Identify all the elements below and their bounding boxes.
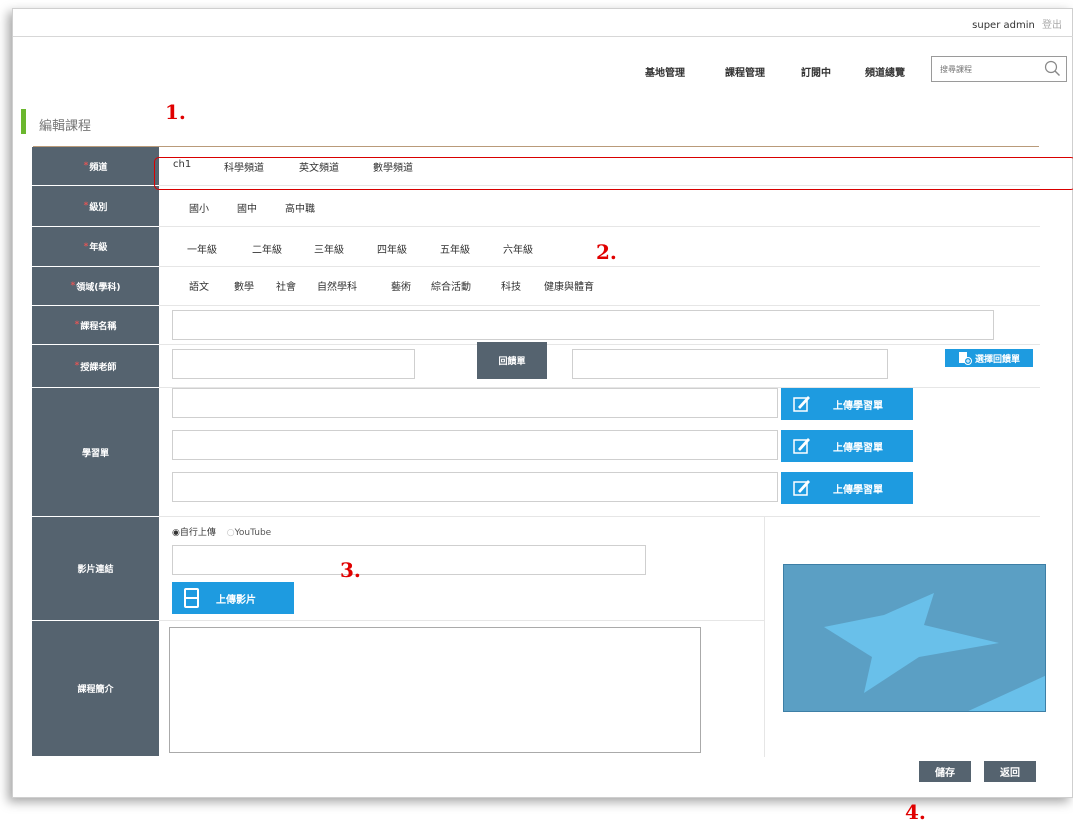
intro-label: 課程簡介 — [32, 621, 159, 757]
worksheet-input-1[interactable] — [172, 388, 778, 418]
save-button[interactable]: 儲存 — [919, 761, 971, 782]
field-option-science[interactable]: 自然學科 — [317, 278, 357, 293]
intro-textarea[interactable] — [169, 627, 701, 753]
upload-worksheet-button-3[interactable]: 上傳學習單 — [781, 472, 913, 504]
course-name-label: * 課程名稱 — [32, 306, 159, 345]
edit-icon — [793, 396, 810, 412]
grade-option-4[interactable]: 四年級 — [377, 241, 407, 256]
annotation-4: 4. — [905, 800, 926, 824]
grade-option-2[interactable]: 二年級 — [252, 241, 282, 256]
worksheet-input-2[interactable] — [172, 430, 778, 460]
nav-item-courses[interactable]: 課程管理 — [725, 64, 765, 79]
level-option-senior[interactable]: 高中職 — [285, 200, 315, 215]
worksheet-label: 學習單 — [32, 388, 159, 517]
field-label: * 領域(學科) — [32, 267, 159, 306]
user-name: super admin — [972, 20, 1035, 31]
worksheet-row: 上傳學習單 上傳學習單 上傳學習單 — [159, 388, 1040, 517]
level-label: * 級別 — [32, 186, 159, 227]
video-row: ◉自行上傳 ○YouTube 上傳影片 — [159, 517, 765, 621]
page-frame: super admin 登出 基地管理 課程管理 訂閱中 頻道總覽 編輯課程 *… — [12, 8, 1073, 798]
field-option-health[interactable]: 健康與體育 — [544, 278, 594, 293]
channel-label: * 頻道 — [32, 147, 159, 186]
annotation-3: 3. — [340, 558, 361, 582]
annotation-1: 1. — [165, 100, 186, 124]
field-option-integrated[interactable]: 綜合活動 — [431, 278, 471, 293]
course-form: * 頻道 ch1 科學頻道 英文頻道 數學頻道 * 級別 國小 國中 高中職 * 年級… — [32, 147, 1046, 757]
video-source-radios: ◉自行上傳 ○YouTube — [172, 525, 271, 538]
search-input[interactable] — [940, 62, 1040, 76]
radio-youtube[interactable]: ○YouTube — [227, 528, 271, 538]
nav-item-channels[interactable]: 頻道總覽 — [865, 64, 905, 79]
level-row: 國小 國中 高中職 — [159, 186, 1040, 227]
document-add-icon — [958, 352, 972, 365]
main-nav: 基地管理 課程管理 訂閱中 頻道總覽 — [13, 54, 1073, 84]
upload-worksheet-button-2[interactable]: 上傳學習單 — [781, 430, 913, 462]
teacher-label: * 授課老師 — [32, 345, 159, 388]
nav-item-base[interactable]: 基地管理 — [645, 64, 685, 79]
teacher-input[interactable] — [172, 349, 415, 379]
back-button[interactable]: 返回 — [984, 761, 1036, 782]
worksheet-input-3[interactable] — [172, 472, 778, 502]
logout-link[interactable]: 登出 — [1042, 20, 1062, 31]
grade-label: * 年級 — [32, 227, 159, 267]
top-bar: super admin 登出 — [13, 9, 1073, 37]
user-area: super admin 登出 — [972, 16, 1062, 31]
nav-item-subscribed[interactable]: 訂閱中 — [801, 64, 831, 79]
field-option-language[interactable]: 語文 — [189, 278, 209, 293]
video-thumbnail — [783, 564, 1046, 712]
field-option-math[interactable]: 數學 — [234, 278, 254, 293]
title-accent-bar — [21, 109, 26, 134]
radio-self-upload[interactable]: ◉自行上傳 — [172, 528, 216, 538]
edit-icon — [793, 480, 810, 496]
grade-option-5[interactable]: 五年級 — [440, 241, 470, 256]
grade-option-1[interactable]: 一年級 — [187, 241, 217, 256]
course-name-input[interactable] — [172, 310, 994, 340]
star-image-icon — [784, 565, 1045, 711]
video-label: 影片連結 — [32, 517, 159, 621]
select-feedback-button[interactable]: 選擇回饋單 — [945, 349, 1033, 367]
grade-option-6[interactable]: 六年級 — [503, 241, 533, 256]
field-option-tech[interactable]: 科技 — [501, 278, 521, 293]
film-icon — [184, 588, 199, 608]
level-option-junior[interactable]: 國中 — [237, 200, 257, 215]
field-option-social[interactable]: 社會 — [276, 278, 296, 293]
annotation-2: 2. — [596, 240, 617, 264]
feedback-button[interactable]: 回饋單 — [477, 342, 547, 379]
field-option-art[interactable]: 藝術 — [391, 278, 411, 293]
page-title: 編輯課程 — [39, 119, 92, 134]
upload-worksheet-button-1[interactable]: 上傳學習單 — [781, 388, 913, 420]
upload-video-button[interactable]: 上傳影片 — [172, 582, 294, 614]
grade-option-3[interactable]: 三年級 — [314, 241, 344, 256]
edit-icon — [793, 438, 810, 454]
level-option-elementary[interactable]: 國小 — [189, 200, 209, 215]
teacher-row: 回饋單 選擇回饋單 — [159, 342, 1040, 388]
feedback-input[interactable] — [572, 349, 888, 379]
intro-row — [159, 621, 765, 757]
channel-highlight-box — [154, 157, 1073, 190]
search-icon[interactable] — [1042, 59, 1062, 79]
field-row: 語文 數學 社會 自然學科 藝術 綜合活動 科技 健康與體育 — [159, 267, 1040, 306]
video-url-input[interactable] — [172, 545, 646, 575]
course-name-row — [159, 306, 1040, 345]
search-box — [931, 56, 1067, 82]
